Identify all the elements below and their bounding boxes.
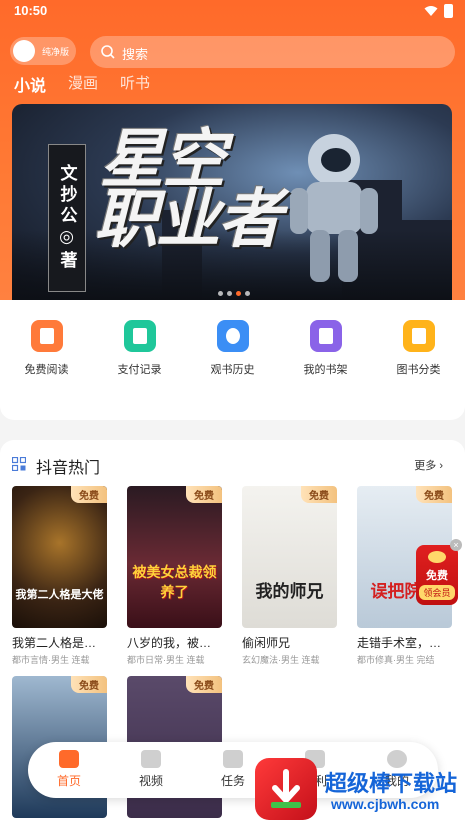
pagination-dot[interactable] [227,291,232,296]
book-title: 我第二人格是… [12,636,97,650]
search-icon [101,45,115,59]
header: 10:50 纯净版 搜索 小说 漫画 听书 文抄公◎著 星空 职业者 [0,0,465,300]
gift-icon [223,750,243,768]
book-cover: 免费 被美女总裁领养了 [127,486,222,628]
quick-menu: 免费阅读 支付记录 观书历史 我的书架 图书分类 [0,320,465,377]
status-bar: 10:50 [0,0,465,24]
book-meta: 都市日常·男生 连载 [127,655,205,665]
book-title: 走错手术室，… [357,636,442,650]
free-badge: 免费 [186,486,222,503]
free-badge: 免费 [301,486,337,503]
free-badge: 免费 [416,486,452,503]
more-label: 更多 [414,460,437,472]
menu-bookshelf[interactable]: 我的书架 [279,320,372,377]
banner-title-line2: 职业者 [94,183,282,257]
menu-label: 我的书架 [303,364,348,376]
battery-icon [444,4,453,18]
payment-record-icon [123,320,156,352]
banner-title: 星空 职业者 [94,128,282,252]
nav-label: 首页 [56,774,81,788]
cover-title: 被美女总裁领养了 [132,564,217,600]
book-title: 八岁的我，被… [127,636,212,650]
toggle-label: 纯净版 [42,47,70,57]
menu-label: 免费阅读 [24,364,69,376]
free-badge: 免费 [186,676,222,693]
toggle-knob [13,40,35,62]
chevron-right-icon: › [439,460,443,472]
book-cover: 免费 我第二人格是大佬 [12,486,107,628]
book-meta: 都市言情·男生 连载 [12,655,90,665]
coin-icon [428,551,446,563]
search-input[interactable]: 搜索 [90,36,455,68]
grid-icon [12,457,26,471]
cover-title: 我第二人格是大佬 [15,589,104,601]
book-card[interactable]: 免费 被美女总裁领养了 八岁的我，被… 都市日常·男生 连载 [127,486,222,666]
free-read-icon [30,320,63,352]
banner-author: 文抄公◎著 [48,144,86,292]
featured-banner[interactable]: 文抄公◎著 星空 职业者 [12,104,452,300]
wifi-icon [424,6,438,16]
pagination-dot-active[interactable] [236,291,241,296]
history-clock-icon [216,320,249,352]
menu-label: 观书历史 [210,364,255,376]
menu-free-read[interactable]: 免费阅读 [0,320,93,377]
book-title: 偷闲师兄 [242,636,291,650]
free-badge: 免费 [71,676,107,693]
watermark-name: 超级棒下载站 [325,771,458,796]
menu-label: 支付记录 [117,364,162,376]
tab-comic[interactable]: 漫画 [68,72,98,96]
menu-label: 图书分类 [396,364,441,376]
menu-book-category[interactable]: 图书分类 [372,320,465,377]
nav-label: 视频 [138,774,163,788]
tab-audiobook[interactable]: 听书 [120,72,150,96]
book-category-icon [402,320,435,352]
category-tabs: 小说 漫画 听书 [14,72,150,96]
close-icon[interactable]: × [450,539,462,551]
free-vip-badge[interactable]: × 免费 领会员 [416,539,462,605]
banner-pagination [218,291,250,296]
pure-mode-toggle[interactable]: 纯净版 [10,37,76,65]
menu-payment-record[interactable]: 支付记录 [93,320,186,377]
cover-title: 我的师兄 [255,582,324,601]
book-row: 免费 我第二人格是大佬 我第二人格是… 都市言情·男生 连载 免费 被美女总裁领… [12,486,457,666]
pagination-dot[interactable] [218,291,223,296]
nav-video[interactable]: 视频 [110,742,192,798]
free-badge: 免费 [71,486,107,503]
watermark-logo [255,758,317,820]
book-card[interactable]: 免费 我的师兄 偷闲师兄 玄幻魔法·男生 连载 [242,486,337,666]
video-icon [141,750,161,768]
section-title: 抖音热门 [36,460,101,477]
book-cover: 免费 我的师兄 [242,486,337,628]
nav-home[interactable]: 首页 [28,742,110,798]
quick-menu-card: 免费阅读 支付记录 观书历史 我的书架 图书分类 [0,300,465,420]
download-arrow-icon [271,769,301,808]
book-meta: 玄幻魔法·男生 连载 [242,655,320,665]
search-placeholder: 搜索 [122,47,149,62]
vip-badge-line2: 领会员 [419,585,455,600]
section-header: 抖音热门 更多 › [12,454,453,477]
more-link[interactable]: 更多 › [414,457,443,473]
astronaut-illustration [290,134,378,282]
book-card[interactable]: 免费 我第二人格是大佬 我第二人格是… 都市言情·男生 连载 [12,486,107,666]
bookshelf-icon [309,320,342,352]
menu-reading-history[interactable]: 观书历史 [186,320,279,377]
status-time: 10:50 [14,3,48,18]
pagination-dot[interactable] [245,291,250,296]
tab-novel[interactable]: 小说 [14,72,46,96]
book-meta: 都市修真·男生 完结 [357,655,435,665]
watermark-url: www.cjbwh.com [331,796,440,812]
home-book-icon [59,750,79,768]
vip-badge-line1: 免费 [426,570,448,582]
watermark: 超级棒下载站 www.cjbwh.com [255,758,463,828]
